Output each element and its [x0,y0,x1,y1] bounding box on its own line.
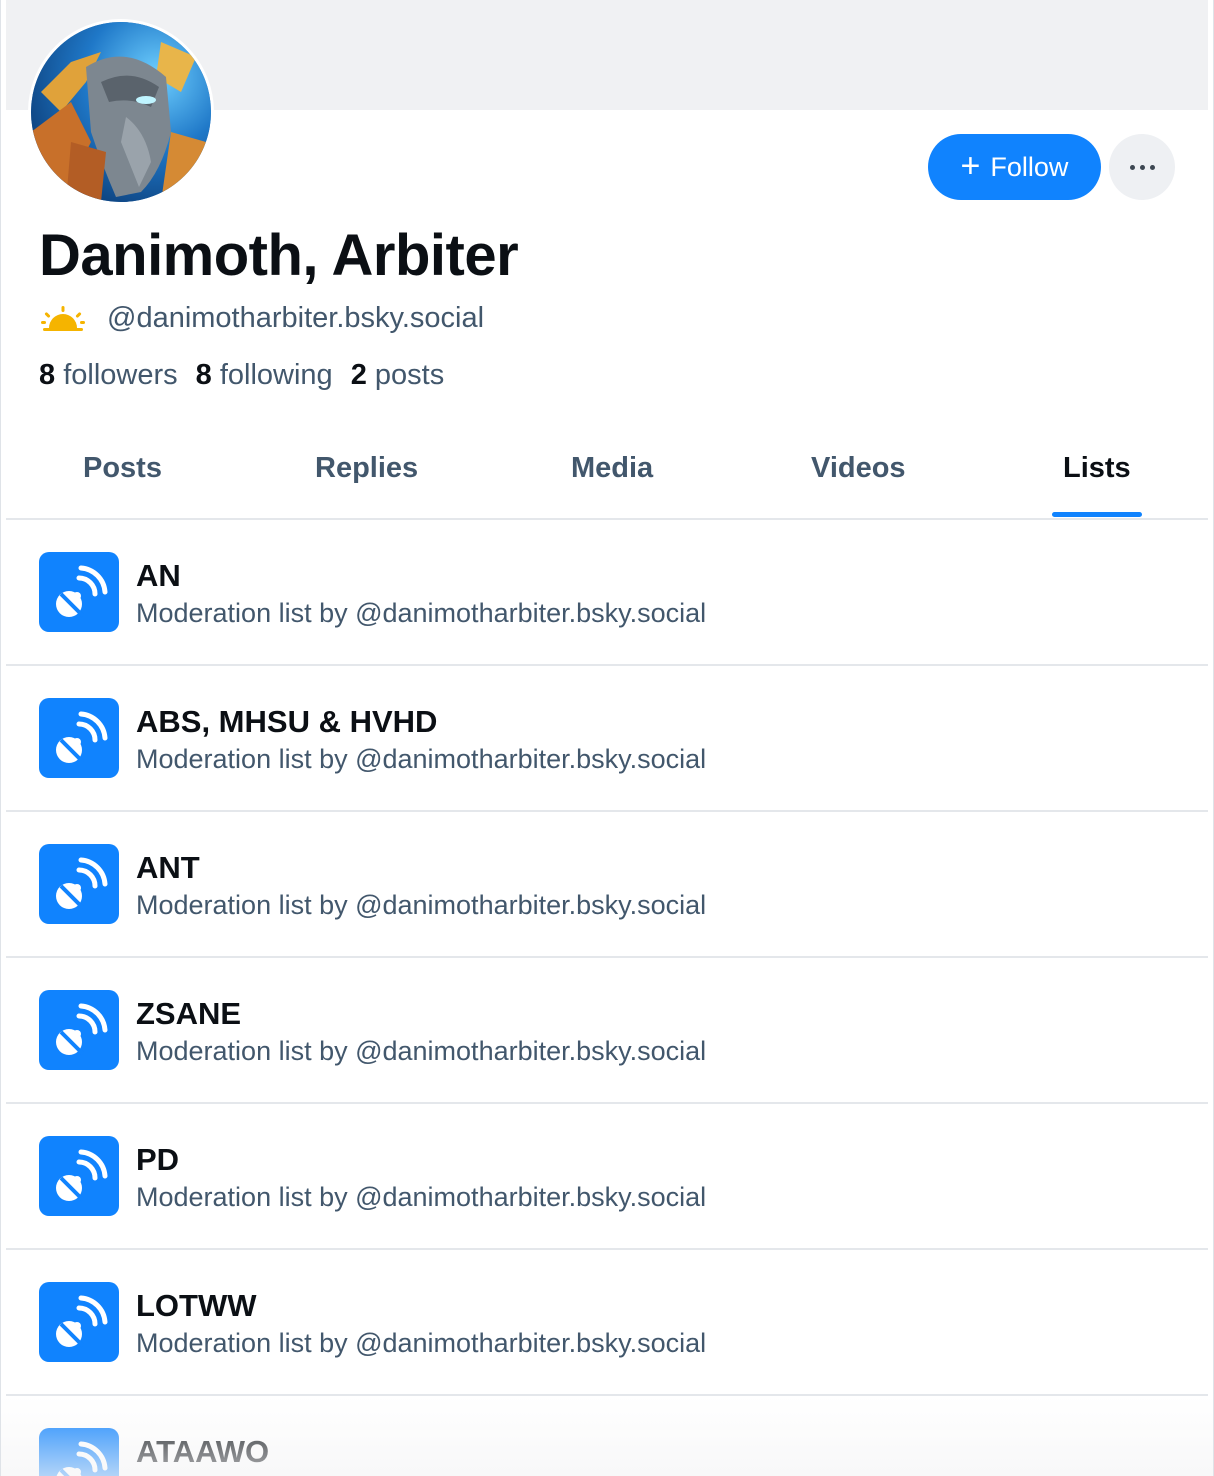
list-subtitle: Moderation list by @danimotharbiter.bsky… [136,1182,707,1212]
handle-row: @danimotharbiter.bsky.social [41,302,484,335]
followers-count: 8 [39,359,56,391]
moderation-list-icon [39,990,119,1070]
tab-posts[interactable]: Posts [83,452,162,485]
posts-count: 2 [350,359,367,391]
posts-stat: 2 posts [351,359,445,392]
tab-media[interactable]: Media [571,452,653,485]
list-title: ATAAWO [136,1434,270,1469]
following-label: following [219,359,333,391]
list-item[interactable]: PD Moderation list by @danimotharbiter.b… [6,1104,1208,1250]
list-subtitle: Moderation list by @danimotharbiter.bsky… [136,744,707,774]
ellipsis-icon-dot [1149,164,1155,170]
tab-lists[interactable]: Lists [1063,452,1131,485]
tab-replies[interactable]: Replies [315,452,418,485]
list-item[interactable]: LOTWW Moderation list by @danimotharbite… [6,1250,1208,1396]
profile-tabs: Posts Replies Media Videos Lists [6,428,1208,520]
moderation-list-icon [39,552,119,632]
active-tab-indicator [1052,512,1142,517]
plus-icon: + [960,146,981,185]
moderation-list-icon [39,1282,119,1362]
list-title: ZSANE [136,996,242,1031]
ellipsis-icon-dot [1129,164,1135,170]
following-count: 8 [195,359,212,391]
lists-feed: AN Moderation list by @danimotharbiter.b… [6,520,1208,1476]
list-subtitle: Moderation list by @danimotharbiter.bsky… [136,890,707,920]
display-name: Danimoth, Arbiter [39,223,519,288]
list-item[interactable]: AN Moderation list by @danimotharbiter.b… [6,520,1208,666]
posts-label: posts [374,359,445,391]
list-item[interactable]: ZSANE Moderation list by @danimotharbite… [6,958,1208,1104]
list-item[interactable]: ABS, MHSU & HVHD Moderation list by @dan… [6,666,1208,812]
list-subtitle: Moderation list by @danimotharbiter.bsky… [136,1328,707,1358]
tab-videos[interactable]: Videos [811,452,906,485]
moderation-list-icon [39,1428,119,1476]
moderation-list-icon [39,698,119,778]
profile-stats: 8 followers 8 following 2 posts [39,359,444,392]
list-title: ABS, MHSU & HVHD [136,704,438,739]
list-subtitle: Moderation list by @danimotharbiter.bsky… [136,1036,707,1066]
profile-handle: @danimotharbiter.bsky.social [107,302,485,334]
list-title: ANT [136,850,200,885]
moderation-list-icon [39,1136,119,1216]
following-stat[interactable]: 8 following [196,359,333,392]
list-title: LOTWW [136,1288,257,1323]
list-item[interactable]: ANT Moderation list by @danimotharbiter.… [6,812,1208,958]
followers-label: followers [63,359,178,391]
list-subtitle: Moderation list by @danimotharbiter.bsky… [136,598,707,628]
list-item[interactable]: ATAAWO [6,1396,1208,1476]
follow-button[interactable]: + Follow [928,134,1101,200]
list-title: AN [136,558,181,593]
profile-page: + Follow Danimoth, Arbiter @danimotharbi… [0,0,1214,1476]
sunrise-icon [41,305,85,331]
followers-stat[interactable]: 8 followers [39,359,178,392]
avatar-image [31,22,211,202]
ellipsis-icon-dot [1139,164,1145,170]
more-options-button[interactable] [1109,134,1175,200]
moderation-list-icon [39,844,119,924]
follow-label: Follow [990,151,1069,182]
avatar[interactable] [28,19,214,205]
list-title: PD [136,1142,180,1177]
